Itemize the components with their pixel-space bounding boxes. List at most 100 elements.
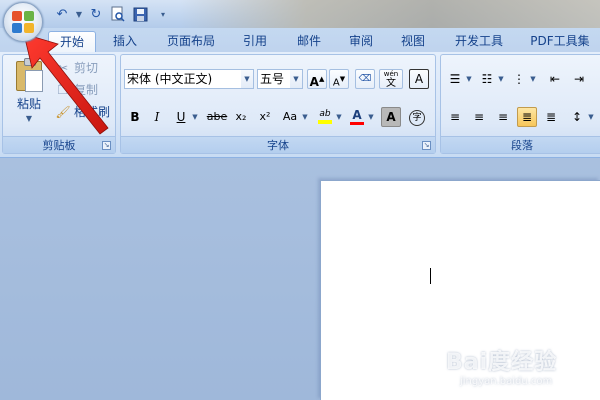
decrease-indent-button[interactable]: ⇤ bbox=[545, 69, 565, 89]
font-color-button[interactable]: A bbox=[347, 107, 367, 127]
tab-review[interactable]: 审阅 bbox=[338, 31, 384, 52]
paragraph-group: ☰ ▼ ☷ ▼ ⋮ ▼ ⇤ ⇥ ≡ ≡ ≡ ≣ ≣ ↕ ▼ 段落 bbox=[440, 54, 600, 154]
distributed-button[interactable]: ≣ bbox=[541, 107, 561, 127]
font-group-label: 字体 bbox=[121, 136, 435, 153]
highlight-button[interactable]: ab bbox=[315, 107, 335, 127]
underline-dropdown-icon[interactable]: ▼ bbox=[191, 107, 199, 127]
font-size-dropdown[interactable]: 五号 ▼ bbox=[257, 69, 303, 89]
italic-button[interactable]: I bbox=[147, 107, 167, 127]
justify-button[interactable]: ≣ bbox=[517, 107, 537, 127]
change-case-dropdown-icon[interactable]: ▼ bbox=[301, 107, 309, 127]
copy-button[interactable]: ❐ 复制 bbox=[55, 81, 98, 99]
undo-icon[interactable]: ↶ bbox=[52, 4, 72, 24]
undo-dropdown-icon[interactable]: ▼ bbox=[74, 4, 84, 24]
highlight-color-bar bbox=[318, 120, 332, 124]
font-name-value: 宋体 (中文正文) bbox=[127, 72, 213, 86]
multilevel-dropdown-icon[interactable]: ▼ bbox=[529, 69, 537, 89]
phonetic-guide-button[interactable]: wén 文 bbox=[379, 69, 403, 89]
paste-icon bbox=[16, 58, 43, 92]
tab-home[interactable]: 开始 bbox=[48, 31, 96, 52]
multilevel-list-button[interactable]: ⋮ bbox=[509, 69, 529, 89]
phonetic-guide-char: 文 bbox=[386, 78, 396, 89]
highlight-dropdown-icon[interactable]: ▼ bbox=[335, 107, 343, 127]
grow-font-icon: A bbox=[309, 75, 319, 89]
print-preview-icon[interactable] bbox=[108, 4, 128, 24]
clipboard-group: 粘贴 ▼ ✂ 剪切 ❐ 复制 🖌 格式刷 剪贴板 ↘ bbox=[2, 54, 116, 154]
align-center-icon: ≡ bbox=[473, 110, 485, 124]
font-color-dropdown-icon[interactable]: ▼ bbox=[367, 107, 375, 127]
cut-label: 剪切 bbox=[74, 61, 99, 75]
tab-mailings[interactable]: 邮件 bbox=[286, 31, 332, 52]
shrink-font-icon: A bbox=[332, 77, 340, 89]
increase-indent-button[interactable]: ⇥ bbox=[569, 69, 589, 89]
paste-label: 粘贴 bbox=[16, 97, 41, 111]
save-icon[interactable] bbox=[130, 4, 150, 24]
ribbon-tabs: 开始 插入 页面布局 引用 邮件 审阅 视图 开发工具 PDF工具集 bbox=[0, 28, 600, 52]
chevron-down-icon: ▼ bbox=[241, 70, 253, 88]
font-name-dropdown[interactable]: 宋体 (中文正文) ▼ bbox=[124, 69, 254, 89]
align-center-button[interactable]: ≡ bbox=[469, 107, 489, 127]
distributed-icon: ≣ bbox=[545, 110, 557, 124]
format-painter-label: 格式刷 bbox=[74, 105, 111, 119]
clear-format-button[interactable]: ⌫ bbox=[355, 69, 375, 89]
change-case-button[interactable]: Aa bbox=[279, 107, 301, 127]
tab-insert[interactable]: 插入 bbox=[102, 31, 148, 52]
font-launcher-icon[interactable]: ↘ bbox=[422, 141, 431, 150]
decrease-indent-icon: ⇤ bbox=[549, 72, 561, 86]
format-painter-icon: 🖌 bbox=[55, 105, 71, 119]
qat-spacer bbox=[44, 4, 50, 24]
tab-view[interactable]: 视图 bbox=[390, 31, 436, 52]
copy-icon: ❐ bbox=[57, 83, 69, 97]
line-spacing-dropdown-icon[interactable]: ▼ bbox=[587, 107, 595, 127]
font-size-value: 五号 bbox=[260, 72, 285, 86]
copy-label: 复制 bbox=[74, 83, 99, 97]
increase-indent-icon: ⇥ bbox=[573, 72, 585, 86]
font-color-bar bbox=[350, 122, 364, 125]
tab-pdf-tools[interactable]: PDF工具集 bbox=[522, 31, 598, 52]
redo-icon[interactable]: ↻ bbox=[86, 4, 106, 24]
paste-dropdown-icon[interactable]: ▼ bbox=[9, 114, 49, 123]
numbering-dropdown-icon[interactable]: ▼ bbox=[497, 69, 505, 89]
cut-button[interactable]: ✂ 剪切 bbox=[55, 59, 98, 77]
font-group: 宋体 (中文正文) ▼ 五号 ▼ A▲ A▼ ⌫ wén 文 A B I U ▼… bbox=[120, 54, 436, 154]
title-bar-background bbox=[180, 0, 600, 28]
align-right-button[interactable]: ≡ bbox=[493, 107, 513, 127]
subscript-button[interactable]: x₂ bbox=[231, 107, 251, 127]
char-shading-button[interactable]: A bbox=[381, 107, 401, 127]
shrink-font-button[interactable]: A▼ bbox=[329, 69, 349, 89]
numbered-list-icon: ☷ bbox=[481, 72, 493, 86]
office-logo-icon bbox=[12, 11, 34, 33]
tab-page-layout[interactable]: 页面布局 bbox=[158, 31, 224, 52]
multilevel-list-icon: ⋮ bbox=[513, 72, 525, 86]
superscript-button[interactable]: x² bbox=[255, 107, 275, 127]
numbering-button[interactable]: ☷ bbox=[477, 69, 497, 89]
bullets-button[interactable]: ☰ bbox=[445, 69, 465, 89]
justify-icon: ≣ bbox=[521, 110, 533, 124]
quick-access-toolbar: ↶ ▼ ↻ ▾ bbox=[44, 4, 168, 24]
char-border-button[interactable]: A bbox=[409, 69, 429, 89]
tab-references[interactable]: 引用 bbox=[232, 31, 278, 52]
strikethrough-button[interactable]: abe bbox=[205, 107, 229, 127]
customize-qat-icon[interactable]: ▾ bbox=[158, 4, 168, 24]
clipboard-launcher-icon[interactable]: ↘ bbox=[102, 141, 111, 150]
paste-button[interactable]: 粘贴 ▼ bbox=[9, 58, 49, 123]
align-left-button[interactable]: ≡ bbox=[445, 107, 465, 127]
clear-format-icon: ⌫ bbox=[358, 74, 372, 84]
scissors-icon: ✂ bbox=[57, 61, 69, 75]
clipboard-group-label: 剪贴板 bbox=[3, 136, 115, 153]
watermark-url: jingyan.baidu.com bbox=[460, 376, 553, 387]
enclose-char-icon: 字 bbox=[409, 110, 425, 126]
text-cursor bbox=[430, 268, 431, 284]
bold-button[interactable]: B bbox=[125, 107, 145, 127]
char-border-icon: A bbox=[414, 72, 424, 86]
bullets-dropdown-icon[interactable]: ▼ bbox=[465, 69, 473, 89]
format-painter-button[interactable]: 🖌 格式刷 bbox=[55, 103, 110, 121]
watermark: Bai度经验 jingyan.baidu.com bbox=[446, 344, 596, 394]
grow-font-button[interactable]: A▲ bbox=[307, 69, 327, 89]
enclose-char-button[interactable]: 字 bbox=[407, 107, 427, 127]
office-button[interactable] bbox=[3, 2, 43, 42]
tab-developer[interactable]: 开发工具 bbox=[444, 31, 514, 52]
underline-button[interactable]: U bbox=[171, 107, 191, 127]
watermark-title: Bai度经验 bbox=[446, 350, 558, 375]
line-spacing-button[interactable]: ↕ bbox=[567, 107, 587, 127]
